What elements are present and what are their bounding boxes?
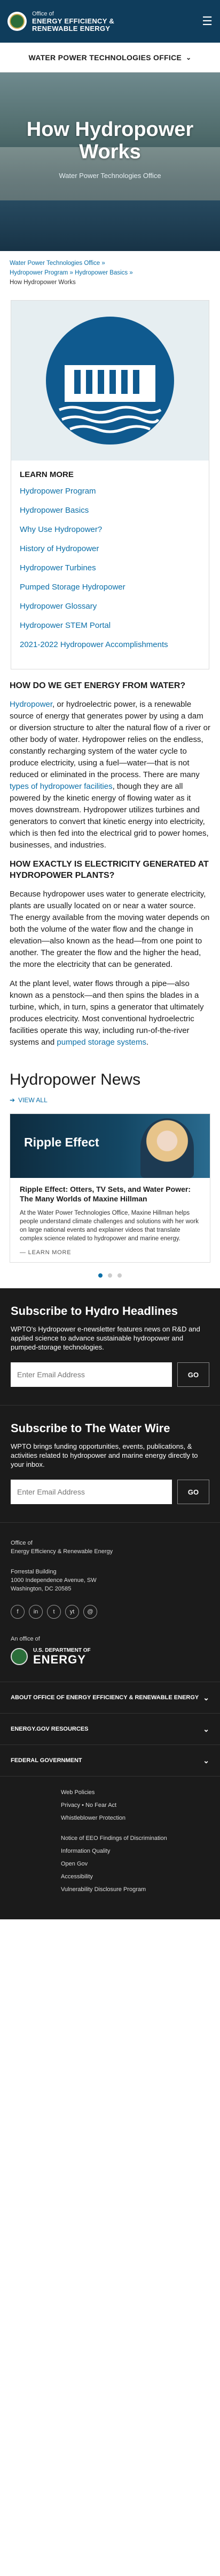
learn-more-link[interactable]: — LEARN MORE	[20, 1249, 200, 1256]
paragraph: Because hydropower uses water to generat…	[10, 890, 210, 969]
learn-link[interactable]: Hydropower Basics	[20, 506, 200, 515]
news-section: Hydropower News ➔ VIEW ALL Ripple Effect …	[0, 1056, 220, 1288]
section-heading: HOW EXACTLY IS ELECTRICITY GENERATED AT …	[10, 860, 209, 880]
carousel-dot[interactable]	[98, 1273, 103, 1278]
footer-link[interactable]: Accessibility	[61, 1874, 93, 1880]
news-card-desc: At the Water Power Technologies Office, …	[20, 1210, 199, 1242]
learn-link[interactable]: 2021-2022 Hydropower Accomplishments	[20, 640, 200, 649]
accordion-item[interactable]: ENERGY.GOV RESOURCES ⌄	[0, 1714, 220, 1745]
footer-link[interactable]: Information Quality	[61, 1848, 110, 1854]
footer-office-line1: Office of	[11, 1540, 33, 1546]
learn-link[interactable]: Pumped Storage Hydropower	[20, 583, 200, 592]
learn-more-card: LEARN MORE Hydropower Program Hydropower…	[11, 300, 209, 669]
chevron-down-icon: ⌄	[203, 1693, 209, 1702]
facebook-icon[interactable]: f	[11, 1605, 25, 1619]
address-line: Forrestal Building	[11, 1569, 57, 1575]
accordion-item[interactable]: FEDERAL GOVERNMENT ⌄	[0, 1745, 220, 1776]
footer-links: Web Policies Privacy • No Fear Act Whist…	[0, 1776, 220, 1919]
subnav-label: WATER POWER TECHNOLOGIES OFFICE	[28, 53, 182, 62]
paragraph: At the plant level, water flows through …	[10, 979, 204, 1047]
breadcrumb-link[interactable]: Hydropower Program » Hydropower Basics »	[10, 270, 133, 276]
linkedin-icon[interactable]: in	[29, 1605, 43, 1619]
footer-link[interactable]: Privacy • No Fear Act	[61, 1802, 116, 1808]
twitter-icon[interactable]: t	[47, 1605, 61, 1619]
chevron-down-icon: ⌄	[186, 53, 192, 61]
office-line1: Office of	[32, 11, 54, 17]
carousel-dot[interactable]	[117, 1273, 122, 1278]
news-card-title: Ripple Effect: Otters, TV Sets, and Wate…	[20, 1185, 191, 1203]
news-title: Hydropower News	[10, 1071, 141, 1088]
footer-link[interactable]: Open Gov	[61, 1861, 88, 1867]
social-links: f in t yt @	[11, 1605, 209, 1619]
office-line2: ENERGY EFFICIENCY &	[32, 17, 115, 25]
subscribe-title: Subscribe to Hydro Headlines	[11, 1304, 178, 1318]
office-of-label: An office of	[11, 1636, 40, 1642]
go-button[interactable]: GO	[177, 1362, 209, 1387]
news-card[interactable]: Ripple Effect Ripple Effect: Otters, TV …	[10, 1113, 210, 1263]
paragraph: Hydropower, or hydroelectric power, is a…	[10, 700, 210, 850]
learn-link[interactable]: Hydropower STEM Portal	[20, 621, 200, 630]
learn-link[interactable]: Why Use Hydropower?	[20, 525, 200, 534]
subscribe-water-wire: Subscribe to The Water Wire WPTO brings …	[0, 1405, 220, 1522]
doe-logo[interactable]: U.S. DEPARTMENT OF ENERGY	[11, 1648, 209, 1666]
office-title[interactable]: Office of ENERGY EFFICIENCY & RENEWABLE …	[32, 10, 114, 33]
section-heading: HOW DO WE GET ENERGY FROM WATER?	[10, 681, 186, 690]
doe-seal-icon	[11, 1648, 28, 1665]
arrow-circle-icon: ➔	[10, 1096, 15, 1104]
learn-link[interactable]: Hydropower Glossary	[20, 602, 200, 611]
banner-label: Ripple Effect	[24, 1135, 99, 1149]
footer-office-line2: Energy Efficiency & Renewable Energy	[11, 1548, 113, 1555]
subnav-toggle[interactable]: WATER POWER TECHNOLOGIES OFFICE ⌄	[0, 43, 220, 72]
carousel-dots	[0, 1263, 220, 1288]
breadcrumb: Water Power Technologies Office » Hydrop…	[0, 251, 220, 287]
breadcrumb-current: How Hydropower Works	[10, 279, 76, 286]
subscribe-title: Subscribe to The Water Wire	[11, 1422, 170, 1435]
subscribe-section: Subscribe to Hydro Headlines WPTO's Hydr…	[0, 1288, 220, 1522]
hero-subtitle: Water Power Technologies Office	[59, 172, 161, 180]
subscribe-hydro-headlines: Subscribe to Hydro Headlines WPTO's Hydr…	[0, 1288, 220, 1405]
email-icon[interactable]: @	[83, 1605, 97, 1619]
subscribe-desc: WPTO brings funding opportunities, event…	[11, 1442, 198, 1468]
news-banner: Ripple Effect	[10, 1114, 210, 1178]
facility-types-link[interactable]: types of hydropower facilities	[10, 782, 113, 791]
address-line: Washington, DC 20585	[11, 1586, 72, 1592]
email-input[interactable]	[11, 1362, 172, 1387]
subscribe-desc: WPTO's Hydropower e-newsletter features …	[11, 1325, 200, 1351]
article-body: HOW DO WE GET ENERGY FROM WATER? Hydropo…	[0, 669, 220, 1048]
go-button[interactable]: GO	[177, 1480, 209, 1504]
view-all-link[interactable]: ➔ VIEW ALL	[0, 1096, 220, 1104]
address-line: 1000 Independence Avenue, SW	[11, 1577, 97, 1584]
portrait-image	[140, 1118, 194, 1178]
learn-link[interactable]: History of Hydropower	[20, 544, 200, 553]
water-image	[0, 200, 220, 251]
breadcrumb-link[interactable]: Water Power Technologies Office »	[10, 260, 105, 267]
chevron-down-icon: ⌄	[203, 1725, 209, 1733]
footer-accordion: ABOUT OFFICE OF ENERGY EFFICIENCY & RENE…	[0, 1682, 220, 1776]
hamburger-icon[interactable]: ☰	[202, 14, 213, 28]
page-title: How Hydropower Works	[26, 118, 194, 163]
accordion-item[interactable]: ABOUT OFFICE OF ENERGY EFFICIENCY & RENE…	[0, 1682, 220, 1714]
footer-link[interactable]: Notice of EEO Findings of Discrimination	[61, 1835, 167, 1842]
carousel-dot[interactable]	[108, 1273, 112, 1278]
learn-link[interactable]: Hydropower Program	[20, 487, 200, 496]
site-header: Office of ENERGY EFFICIENCY & RENEWABLE …	[0, 0, 220, 43]
chevron-down-icon: ⌄	[203, 1756, 209, 1765]
site-footer: Office of Energy Efficiency & Renewable …	[0, 1522, 220, 1919]
office-line3: RENEWABLE ENERGY	[32, 25, 111, 33]
doe-seal-logo[interactable]	[7, 12, 27, 31]
email-input[interactable]	[11, 1480, 172, 1504]
footer-link[interactable]: Whistleblower Protection	[61, 1815, 125, 1821]
footer-link[interactable]: Web Policies	[61, 1789, 95, 1796]
hydropower-dam-illustration	[11, 301, 209, 461]
pumped-storage-link[interactable]: pumped storage systems	[57, 1038, 146, 1047]
footer-link[interactable]: Vulnerability Disclosure Program	[61, 1886, 146, 1893]
learn-more-heading: LEARN MORE	[20, 470, 74, 479]
hero-banner: How Hydropower Works Water Power Technol…	[0, 72, 220, 251]
hydropower-link[interactable]: Hydropower	[10, 700, 52, 709]
doe-big-text: ENERGY	[33, 1653, 86, 1666]
learn-link[interactable]: Hydropower Turbines	[20, 563, 200, 572]
youtube-icon[interactable]: yt	[65, 1605, 79, 1619]
